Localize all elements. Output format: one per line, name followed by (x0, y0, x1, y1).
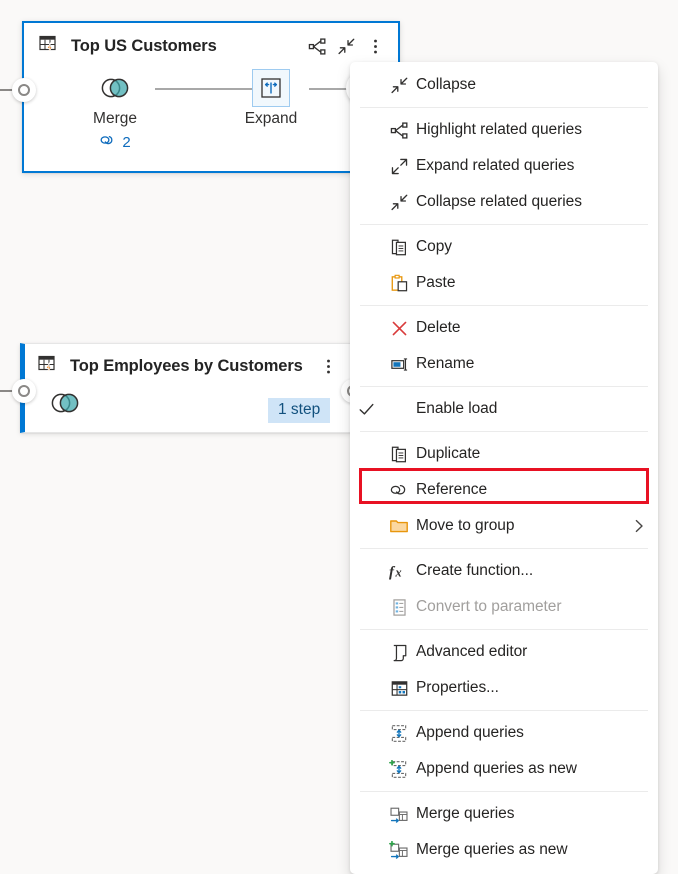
step-merge[interactable] (45, 384, 85, 422)
menu-item-reference-wrapper: Reference (350, 468, 658, 508)
reference-link-icon (382, 481, 416, 499)
menu-item-label: Paste (416, 274, 456, 291)
menu-item-label: Create function... (416, 562, 534, 579)
menu-item-enable-load[interactable]: Enable load (350, 391, 658, 427)
more-options-icon[interactable] (362, 33, 388, 59)
menu-separator (360, 107, 648, 108)
menu-item-append-queries[interactable]: Append queries (350, 715, 658, 751)
connector-dot-top-left[interactable] (12, 78, 36, 102)
table-lightning-icon (38, 33, 60, 60)
step-label: Expand (244, 110, 298, 127)
merge-venn-icon (46, 384, 84, 422)
query-card-header: Top Employees by Customers (25, 344, 351, 388)
collapse-icon (382, 76, 416, 95)
merge-venn-icon (96, 69, 134, 107)
merge-queries-icon (382, 805, 416, 824)
query-card-header: Top US Customers (24, 23, 398, 69)
menu-item-create-function[interactable]: f x Create function... (350, 553, 658, 589)
step-label: Merge (93, 110, 137, 127)
menu-item-label: Rename (416, 355, 475, 372)
fx-icon: f x (382, 562, 416, 581)
menu-separator (360, 548, 648, 549)
menu-item-label: Merge queries as new (416, 841, 568, 858)
connector-dot-bottom-left[interactable] (12, 379, 36, 403)
menu-item-label: Advanced editor (416, 643, 528, 660)
menu-item-convert-to-parameter: Convert to parameter (350, 589, 658, 625)
menu-item-collapse-related-queries[interactable]: Collapse related queries (350, 184, 658, 220)
menu-item-label: Collapse related queries (416, 193, 582, 210)
menu-item-advanced-editor[interactable]: Advanced editor (350, 634, 658, 670)
menu-separator (360, 224, 648, 225)
menu-item-label: Move to group (416, 517, 515, 534)
reference-link-icon (99, 133, 117, 151)
folder-icon (382, 517, 416, 535)
more-options-icon[interactable] (315, 353, 341, 379)
merge-queries-as-new-icon (382, 840, 416, 860)
menu-separator (360, 431, 648, 432)
menu-separator (360, 629, 648, 630)
menu-item-paste[interactable]: Paste (350, 265, 658, 301)
menu-item-label: Delete (416, 319, 461, 336)
rename-icon (382, 355, 416, 374)
link-count-value: 2 (122, 133, 131, 151)
menu-separator (360, 305, 648, 306)
chevron-right-icon (632, 518, 646, 534)
menu-item-merge-queries-as-new[interactable]: Merge queries as new (350, 832, 658, 868)
menu-item-merge-queries[interactable]: Merge queries (350, 796, 658, 832)
menu-item-reference[interactable]: Reference (350, 472, 658, 508)
duplicate-icon (382, 445, 416, 464)
highlight-related-queries-icon[interactable] (304, 33, 330, 59)
menu-item-label: Properties... (416, 679, 499, 696)
menu-item-append-queries-as-new[interactable]: Append queries as new (350, 751, 658, 787)
query-context-menu[interactable]: Collapse Highlight related queries Expan… (350, 62, 658, 874)
menu-item-label: Reference (416, 481, 488, 498)
checkmark-icon (350, 400, 382, 419)
advanced-editor-icon (382, 643, 416, 662)
menu-item-label: Duplicate (416, 445, 481, 462)
query-card-title: Top Employees by Customers (70, 356, 303, 375)
menu-separator (360, 791, 648, 792)
collapse-icon[interactable] (333, 33, 359, 59)
menu-item-collapse[interactable]: Collapse (350, 67, 658, 103)
expand-related-queries-icon (382, 157, 416, 176)
menu-item-properties[interactable]: Properties... (350, 670, 658, 706)
menu-item-rename[interactable]: Rename (350, 346, 658, 382)
menu-item-label: Highlight related queries (416, 121, 582, 138)
step-merge[interactable]: Merge 2 (67, 69, 163, 151)
step-link-count: 2 (99, 133, 131, 151)
menu-item-duplicate[interactable]: Duplicate (350, 436, 658, 472)
menu-item-expand-related-queries[interactable]: Expand related queries (350, 148, 658, 184)
paste-icon (382, 274, 416, 293)
menu-item-label: Append queries (416, 724, 524, 741)
step-expand[interactable]: Expand (223, 69, 319, 128)
query-steps-strip: Merge 2 Expand (24, 69, 398, 169)
copy-icon (382, 238, 416, 257)
menu-item-delete[interactable]: Delete (350, 310, 658, 346)
menu-item-label: Merge queries (416, 805, 515, 822)
query-card-title: Top US Customers (71, 36, 217, 55)
menu-item-label: Collapse (416, 76, 476, 93)
highlight-related-queries-icon (382, 121, 416, 140)
menu-item-label: Convert to parameter (416, 598, 562, 615)
collapse-related-queries-icon (382, 193, 416, 212)
parameter-icon (382, 598, 416, 617)
menu-separator (360, 386, 648, 387)
menu-item-copy[interactable]: Copy (350, 229, 658, 265)
expand-columns-icon (252, 69, 290, 107)
menu-item-highlight-related-queries[interactable]: Highlight related queries (350, 112, 658, 148)
menu-item-label: Enable load (416, 400, 498, 417)
append-queries-icon (382, 724, 416, 743)
menu-item-move-to-group[interactable]: Move to group (350, 508, 658, 544)
append-queries-as-new-icon (382, 759, 416, 779)
svg-text:x: x (394, 565, 401, 579)
delete-x-icon (382, 319, 416, 338)
menu-item-label: Expand related queries (416, 157, 575, 174)
menu-item-label: Append queries as new (416, 760, 577, 777)
properties-icon (382, 679, 416, 698)
menu-separator (360, 710, 648, 711)
step-count-badge: 1 step (268, 398, 331, 423)
menu-item-label: Copy (416, 238, 452, 255)
table-lightning-icon (37, 353, 59, 380)
query-card-top-us-customers[interactable]: Top US Customers Merge 2 Expand (22, 21, 400, 173)
